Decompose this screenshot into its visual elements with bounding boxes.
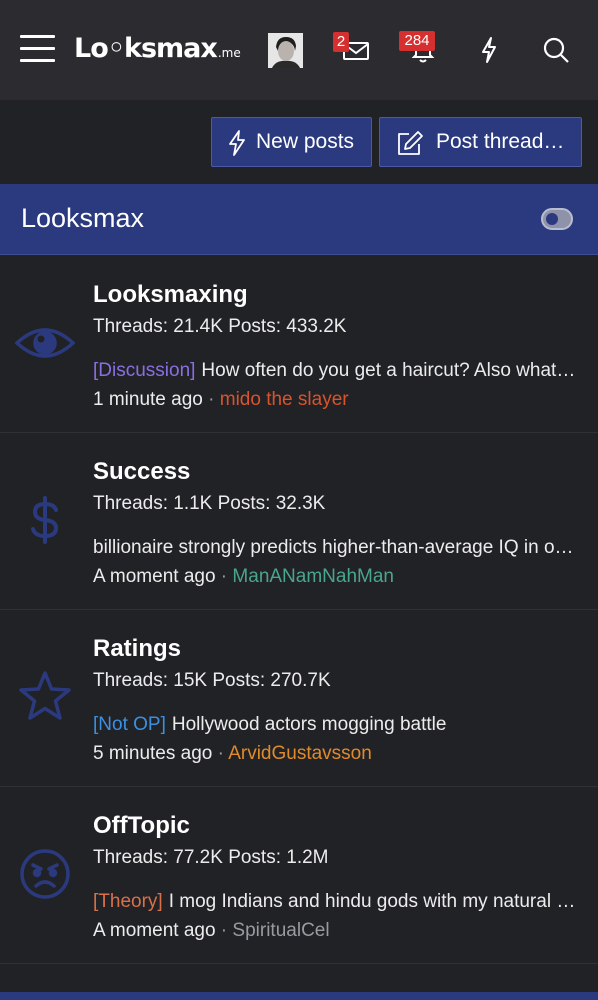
node-title[interactable]: OffTopic xyxy=(93,812,190,840)
forum-node[interactable]: Looksmaxing Threads: 21.4K Posts: 433.2K… xyxy=(0,256,598,433)
category-title[interactable]: Looksmax xyxy=(21,203,144,234)
edit-icon xyxy=(398,131,423,155)
latest-meta: 5 minutes ago · ArvidGustavsson xyxy=(93,743,372,764)
star-icon xyxy=(15,667,75,727)
collapse-toggle[interactable] xyxy=(541,208,573,230)
node-stats: Threads: 77.2K Posts: 1.2M xyxy=(93,847,329,868)
latest-time: 1 minute ago xyxy=(93,389,203,410)
latest-user[interactable]: SpiritualCel xyxy=(232,920,329,941)
forum-node[interactable]: Ratings Threads: 15K Posts: 270.7K [Not … xyxy=(0,610,598,787)
latest-user[interactable]: ManANamNahMan xyxy=(232,566,394,587)
post-thread-button[interactable]: Post thread… xyxy=(379,117,582,167)
latest-time: A moment ago xyxy=(93,566,216,587)
angry-face-icon xyxy=(15,844,75,904)
forum-node[interactable]: Success Threads: 1.1K Posts: 32.3K billi… xyxy=(0,433,598,610)
latest-thread-link[interactable]: billionaire strongly predicts higher-tha… xyxy=(93,537,577,559)
thread-prefix[interactable]: [Discussion] xyxy=(93,360,195,381)
top-header: Lo◦ksmax.me 2 284 xyxy=(0,0,598,100)
node-title[interactable]: Success xyxy=(93,458,190,486)
latest-thread-link[interactable]: [Discussion] How often do you get a hairc… xyxy=(93,360,577,382)
latest-meta: 1 minute ago · mido the slayer xyxy=(93,389,349,410)
post-thread-label: Post thread… xyxy=(436,130,565,153)
node-stats: Threads: 15K Posts: 270.7K xyxy=(93,670,331,691)
node-stats: Threads: 21.4K Posts: 433.2K xyxy=(93,316,347,337)
latest-time: 5 minutes ago xyxy=(93,743,213,764)
thread-prefix[interactable]: [Theory] xyxy=(93,891,163,912)
avatar[interactable] xyxy=(268,33,303,68)
bolt-icon[interactable] xyxy=(474,35,504,65)
dollar-icon xyxy=(15,490,75,550)
latest-thread-link[interactable]: [Theory] I mog Indians and hindu gods wit… xyxy=(93,891,577,913)
category-header: Looksmax xyxy=(0,184,598,255)
menu-icon[interactable] xyxy=(20,33,56,63)
latest-time: A moment ago xyxy=(93,920,216,941)
thread-title[interactable]: billionaire strongly predicts higher-tha… xyxy=(93,537,577,558)
eye-icon xyxy=(14,313,76,373)
next-category-header xyxy=(0,992,598,1000)
logo-suffix: .me xyxy=(217,46,241,60)
latest-user[interactable]: mido the slayer xyxy=(220,389,349,410)
latest-thread-link[interactable]: [Not OP] Hollywood actors mogging battle xyxy=(93,714,577,736)
logo-text: Lo◦ksmax xyxy=(74,33,218,64)
thread-title[interactable]: Hollywood actors mogging battle xyxy=(172,714,447,735)
new-posts-button[interactable]: New posts xyxy=(211,117,372,167)
site-logo[interactable]: Lo◦ksmax.me xyxy=(74,33,241,67)
messages-badge: 2 xyxy=(333,32,349,52)
alerts-badge: 284 xyxy=(399,31,435,51)
node-title[interactable]: Looksmaxing xyxy=(93,281,248,309)
node-stats: Threads: 1.1K Posts: 32.3K xyxy=(93,493,326,514)
thread-prefix[interactable]: [Not OP] xyxy=(93,714,166,735)
node-title[interactable]: Ratings xyxy=(93,635,181,663)
bolt-icon xyxy=(229,130,245,156)
forum-node[interactable]: OffTopic Threads: 77.2K Posts: 1.2M [The… xyxy=(0,787,598,964)
search-icon[interactable] xyxy=(541,35,571,65)
new-posts-label: New posts xyxy=(256,130,355,153)
latest-meta: A moment ago · SpiritualCel xyxy=(93,920,330,941)
thread-title[interactable]: I mog Indians and hindu gods with my nat… xyxy=(169,891,577,912)
latest-user[interactable]: ArvidGustavsson xyxy=(228,743,372,764)
latest-meta: A moment ago · ManANamNahMan xyxy=(93,566,394,587)
thread-title[interactable]: How often do you get a haircut? Also wha… xyxy=(201,360,577,381)
